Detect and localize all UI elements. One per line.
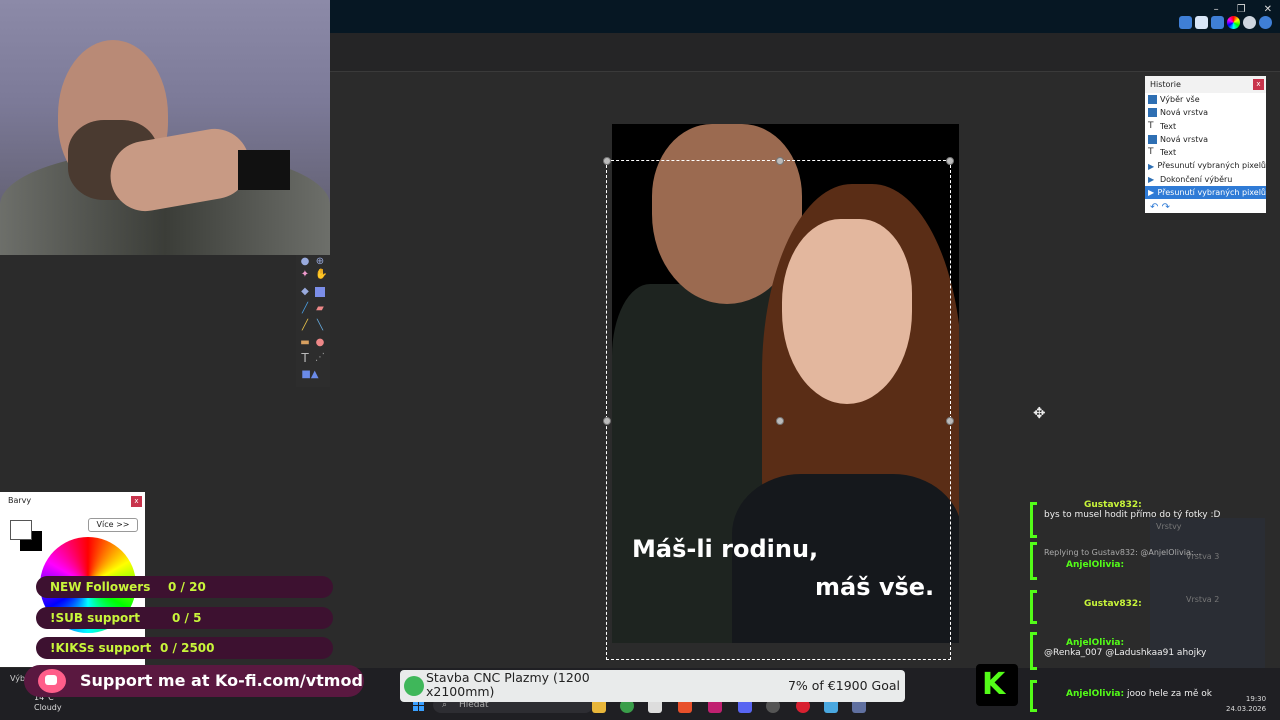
move-icon: ▶ [1148,174,1155,184]
colors-icon[interactable] [1227,16,1240,29]
history-item[interactable]: ▶ Přesunutí vybraných pixelů [1145,159,1266,172]
undo-redo-bar: ↶ ↷ [1145,199,1266,217]
chat-message: AnjelOlivia: @Renka_007 @Ladushkaa91 aho… [1044,638,1207,658]
colors-title: Barvy [8,496,32,505]
selection-handle[interactable] [776,157,784,165]
chat-message: Gustav832: [1084,599,1142,609]
more-colors-button[interactable]: Více >> [88,518,138,532]
close-window-button[interactable]: ✕ [1264,4,1272,15]
history-item[interactable]: Výběr vše [1145,93,1266,106]
magic-wand-icon[interactable]: ✦ [300,270,310,280]
eraser-icon[interactable]: ▰ [315,304,325,314]
layer-icon [1148,135,1157,145]
minimize-button[interactable]: – [1214,4,1219,15]
paint-bucket-icon[interactable]: ◆ [300,287,310,297]
clone-stamp-icon[interactable]: ▬ [300,338,310,348]
history-panel: Historie x Výběr vše Nová vrstva T Text N… [1145,76,1266,213]
shapes-icon[interactable]: ■▲ [300,370,320,380]
primary-color-swatch[interactable] [10,520,32,540]
chat-message: Gustav832: bys to musel hodit přímo do t… [1044,500,1221,520]
brush-icon[interactable]: ╱ [300,304,310,314]
undo-icon[interactable]: ↶ [1150,202,1158,213]
text-icon: T [1148,147,1154,158]
top-right-toolbar [1179,16,1272,29]
history-item-selected[interactable]: ▶ Přesunutí vybraných pixelů [1145,186,1266,200]
kick-logo-icon: K [976,664,1018,706]
tools-icon[interactable] [1179,16,1192,29]
move-cursor-icon: ✥ [1033,404,1046,422]
taskbar-clock[interactable]: 19:30 24.03.2026 [1226,694,1266,714]
text-icon: T [1148,120,1154,131]
move-icon: ▶ [1148,188,1155,198]
chat-overlay: Gustav832: bys to musel hodit přímo do t… [1030,500,1265,712]
select-all-icon [1148,95,1157,105]
history-item[interactable]: T Text [1145,120,1266,133]
goal-sub: !SUB support 0 / 5 [36,607,333,629]
goal-icon [404,676,424,696]
line-curve-icon[interactable]: ⋰ [315,353,325,363]
history-item[interactable]: Nová vrstva [1145,106,1266,119]
redo-icon[interactable]: ↷ [1162,202,1170,213]
webcam-overlay [0,0,330,255]
selection-handle[interactable] [603,157,611,165]
cnc-goal-widget: Stavba CNC Plazmy (1200 x2100mm) 7% of €… [400,670,905,702]
history-item[interactable]: ▶ Dokončení výběru [1145,173,1266,186]
caption-text-line1: Máš-li rodinu, [632,535,819,563]
gear-icon[interactable] [1243,16,1256,29]
ellipse-select-icon[interactable]: ● [300,257,310,267]
goal-followers: NEW Followers 0 / 20 [36,576,333,598]
history-item[interactable]: T Text [1145,146,1266,159]
selection-handle[interactable] [603,417,611,425]
tools-palette: ● ⊕ ✦ ✋ ◆ ╱ ▰ ╱ ╲ ▬ ● T ⋰ ■▲ [296,255,330,387]
zoom-icon[interactable]: ⊕ [315,257,325,267]
history-title: Historie [1145,76,1266,93]
text-tool-icon[interactable]: T [300,352,310,364]
caption-text-line2: máš vše. [815,573,935,601]
selection-handle[interactable] [946,157,954,165]
selection-handle[interactable] [776,417,784,425]
history-icon[interactable] [1195,16,1208,29]
color-picker-icon[interactable]: ╲ [315,321,325,331]
selection-handle[interactable] [946,417,954,425]
maximize-button[interactable]: ❐ [1237,4,1246,15]
layers-icon[interactable] [1211,16,1224,29]
recolor-icon[interactable]: ● [315,338,325,348]
pencil-icon[interactable]: ╱ [300,321,310,331]
close-icon[interactable]: x [1253,79,1264,90]
history-item[interactable]: Nová vrstva [1145,133,1266,146]
kofi-banner: Support me at Ko-fi.com/vtmod [24,665,364,697]
gradient-icon[interactable] [315,287,325,297]
window-controls: – ❐ ✕ [1214,4,1272,15]
goal-kiks: !KIKSs support 0 / 2500 [36,637,333,659]
layer-icon [1148,108,1157,118]
move-icon: ▶ [1148,161,1155,171]
chat-reply-context: Replying to Gustav832: @AnjelOlivia:... [1044,548,1202,557]
kofi-cup-icon [38,669,66,693]
pan-hand-icon[interactable]: ✋ [315,270,327,280]
chat-message: AnjelOlivia: [1066,560,1125,570]
close-icon[interactable]: x [131,496,142,507]
help-icon[interactable] [1259,16,1272,29]
